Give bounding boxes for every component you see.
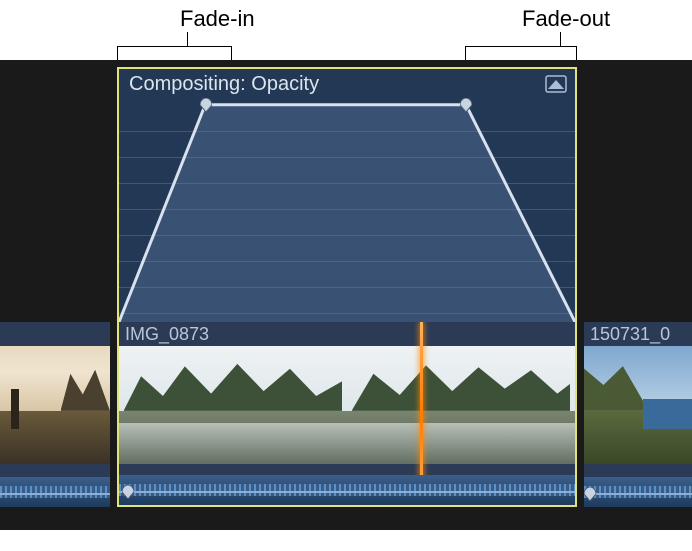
opacity-animation-panel[interactable]: Compositing: Opacity	[117, 67, 577, 322]
opacity-curve[interactable]	[119, 69, 575, 322]
audio-lane[interactable]	[119, 475, 575, 505]
filmstrip	[584, 346, 692, 464]
fade-in-label: Fade-in	[180, 6, 255, 32]
clip-name: IMG_0873	[125, 324, 209, 345]
volume-fade-handle[interactable]	[584, 487, 596, 501]
clip-center[interactable]: IMG_0873	[117, 322, 577, 507]
filmstrip	[0, 346, 110, 464]
filmstrip	[119, 346, 575, 464]
timeline-area: Compositing: Opacity	[0, 60, 692, 530]
clip-name: 150731_0	[590, 324, 670, 345]
screenshot-root: Fade-in Fade-out Compositing: Opacity	[0, 0, 692, 551]
volume-line[interactable]	[0, 493, 110, 495]
keyframe-fade-out-start[interactable]	[460, 98, 472, 112]
fade-out-label: Fade-out	[522, 6, 610, 32]
audio-lane[interactable]	[584, 477, 692, 507]
volume-line[interactable]	[584, 493, 692, 495]
clip-right[interactable]: 150731_0	[584, 322, 692, 507]
audio-lane[interactable]	[0, 477, 110, 507]
clip-left[interactable]	[0, 322, 110, 507]
volume-line[interactable]	[119, 491, 575, 493]
volume-fade-handle[interactable]	[122, 485, 134, 499]
keyframe-fade-in-end[interactable]	[200, 98, 212, 112]
clip-row: IMG_0873	[0, 322, 692, 507]
